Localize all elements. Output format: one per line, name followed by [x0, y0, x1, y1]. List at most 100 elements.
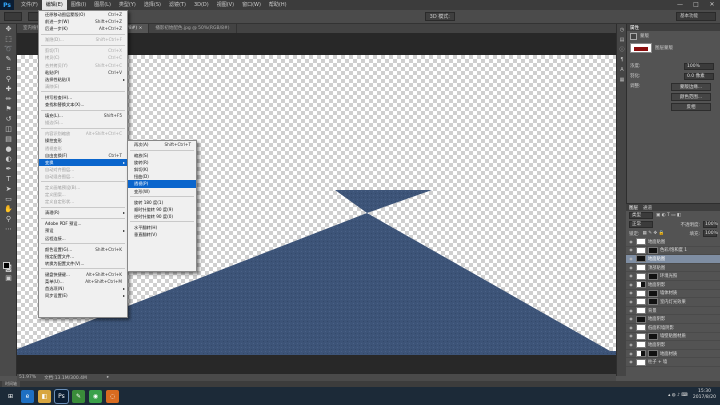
layer-row[interactable]: ◉ 室内灯光效果: [626, 298, 720, 307]
menu-item[interactable]: 逆时针旋转 90 度(0): [128, 213, 196, 220]
brush-tool-icon[interactable]: ✏: [3, 95, 14, 104]
zoom-tool-icon[interactable]: ⚲: [3, 215, 14, 224]
invert-button[interactable]: 反相: [671, 103, 711, 111]
close-icon[interactable]: ✕: [704, 0, 720, 10]
menu-0[interactable]: 文件(F): [17, 0, 42, 10]
eraser-tool-icon[interactable]: ◫: [3, 125, 14, 134]
layer-row[interactable]: ◉ 地面贴图: [626, 255, 720, 264]
menu-item[interactable]: 缩放(S): [128, 152, 196, 159]
menu-item[interactable]: 旋转(R): [128, 159, 196, 166]
visibility-eye-icon[interactable]: ◉: [628, 308, 634, 314]
menu-item[interactable]: 垂直翻转(V): [128, 231, 196, 238]
visibility-eye-icon[interactable]: ◉: [628, 333, 634, 339]
menu-item[interactable]: 水平翻转(H): [128, 224, 196, 231]
photoshop-icon[interactable]: Ps: [54, 388, 69, 404]
tab-layers[interactable]: 图层: [629, 205, 638, 211]
clone-stamp-tool-icon[interactable]: ⚑: [3, 105, 14, 114]
menu-item[interactable]: 指定配置文件...: [39, 253, 127, 260]
layer-row[interactable]: ◉ 背景: [626, 307, 720, 316]
screen-mode-icon[interactable]: ▣: [3, 274, 14, 283]
menu-item[interactable]: 选择性粘贴(I) ▸: [39, 76, 127, 83]
fill-field[interactable]: 100%: [703, 230, 718, 237]
notes-icon[interactable]: ✎: [72, 389, 85, 403]
menu-item[interactable]: 变换 ▸: [39, 158, 127, 166]
visibility-eye-icon[interactable]: ◉: [628, 325, 634, 331]
maximize-icon[interactable]: □: [688, 0, 704, 10]
menu-item[interactable]: 还原移动图层蒙版(O) Ctrl+Z: [39, 11, 127, 18]
menu-8[interactable]: 视图(V): [213, 0, 238, 10]
start-icon[interactable]: ⊞: [4, 389, 17, 403]
visibility-eye-icon[interactable]: ◉: [628, 273, 634, 279]
menu-item[interactable]: 斜切(K): [128, 166, 196, 173]
visibility-eye-icon[interactable]: ◉: [628, 290, 634, 296]
menu-3[interactable]: 图层(L): [90, 0, 115, 10]
feather-field[interactable]: 0.0 像素: [684, 72, 714, 80]
menu-5[interactable]: 选择(S): [140, 0, 165, 10]
menu-item[interactable]: 再次(A) Shift+Ctrl+T: [128, 141, 196, 148]
quick-select-tool-icon[interactable]: ✎: [3, 55, 14, 64]
status-menu-arrow-icon[interactable]: ▸: [107, 375, 109, 380]
filter-icons[interactable]: ▣ ◐ T ▭ ◧: [656, 213, 681, 218]
character-panel-icon[interactable]: A: [618, 66, 626, 74]
menu-item[interactable]: 变形(W): [128, 188, 196, 195]
layer-row[interactable]: ◉ 地面贴图: [626, 238, 720, 247]
density-field[interactable]: 100%: [684, 62, 714, 70]
menu-1[interactable]: 编辑(E): [41, 0, 67, 10]
visibility-eye-icon[interactable]: ◉: [628, 282, 634, 288]
menu-item[interactable]: 键盘快捷键... Alt+Shift+Ctrl+K: [39, 271, 127, 278]
crop-tool-icon[interactable]: ⌗: [3, 65, 14, 74]
menu-item[interactable]: 后退一步(K) Alt+Ctrl+Z: [39, 25, 127, 32]
pen-tool-icon[interactable]: ✒: [3, 165, 14, 174]
path-select-tool-icon[interactable]: ➤: [3, 185, 14, 194]
lasso-tool-icon[interactable]: ➰: [3, 45, 14, 54]
visibility-eye-icon[interactable]: ◉: [628, 316, 634, 322]
app-icon-2[interactable]: ◌: [106, 389, 119, 403]
paragraph-panel-icon[interactable]: ¶: [618, 56, 626, 64]
menu-item[interactable]: 前进一步(W) Shift+Ctrl+Z: [39, 18, 127, 25]
layer-row[interactable]: ◉ 地面材质: [626, 350, 720, 359]
layer-row[interactable]: ◉ 低面积墙阴影: [626, 324, 720, 333]
menu-item[interactable]: 查找和替换文本(X)...: [39, 101, 127, 108]
edit-toolbar-icon[interactable]: ⋯: [3, 225, 14, 234]
visibility-eye-icon[interactable]: ◉: [628, 247, 634, 253]
menu-item[interactable]: 拼写检查(H)...: [39, 94, 127, 101]
layer-row[interactable]: ◉ 顶部贴图: [626, 264, 720, 273]
marquee-tool-icon[interactable]: ⬚: [3, 35, 14, 44]
mask-edge-button[interactable]: 蒙版边缘...: [671, 83, 711, 91]
properties-title[interactable]: 属性: [630, 25, 639, 31]
app-icon[interactable]: ◉: [89, 389, 102, 403]
visibility-eye-icon[interactable]: ◉: [628, 359, 634, 365]
properties-panel-icon[interactable]: ▤: [618, 36, 626, 44]
visibility-eye-icon[interactable]: ◉: [628, 299, 634, 305]
layer-row[interactable]: ◉ 色彩/饱和度 1: [626, 246, 720, 256]
tab-channels[interactable]: 通道: [643, 205, 652, 211]
color-range-button[interactable]: 颜色范围...: [671, 93, 711, 101]
menu-item[interactable]: 预设 ▸: [39, 227, 127, 234]
menu-item[interactable]: 操控变形: [39, 137, 127, 144]
menu-9[interactable]: 窗口(W): [238, 0, 265, 10]
menu-item[interactable]: 转换为配置文件(V)...: [39, 260, 127, 267]
lock-icons[interactable]: ▦ ✎ ✥ 🔒: [643, 231, 665, 236]
menu-item[interactable]: 顺时针旋转 90 度(9): [128, 206, 196, 213]
gradient-tool-icon[interactable]: ▤: [3, 135, 14, 144]
menu-item[interactable]: 旋转 180 度(1): [128, 199, 196, 206]
menu-2[interactable]: 图像(I): [67, 0, 90, 10]
tray-icons[interactable]: ▴ ◍ ♪ ⌨: [668, 393, 688, 398]
visibility-eye-icon[interactable]: ◉: [628, 256, 634, 262]
menu-item[interactable]: 首选项(N) ▸: [39, 285, 127, 292]
healing-brush-tool-icon[interactable]: ✚: [3, 85, 14, 94]
menu-item[interactable]: 填充(L)... Shift+F5: [39, 112, 127, 119]
visibility-eye-icon[interactable]: ◉: [628, 239, 634, 245]
layer-row[interactable]: ◉ 环境光照: [626, 272, 720, 281]
layer-row[interactable]: ◉ 地面阴影: [626, 315, 720, 324]
doc-tab[interactable]: 播影初始配色.jpg @ 50%(RGB/8#): [149, 24, 237, 33]
eyedropper-tool-icon[interactable]: ⚲: [3, 75, 14, 84]
tool-preset-picker[interactable]: [4, 12, 22, 21]
minimize-icon[interactable]: —: [672, 0, 688, 10]
clock[interactable]: 15:30 2017/8/20: [693, 389, 716, 401]
foreground-color-swatch[interactable]: [3, 262, 10, 269]
menu-item[interactable]: 颜色设置(G)... Shift+Ctrl+K: [39, 246, 127, 253]
menu-item[interactable]: 同步设置(E) ▸: [39, 292, 127, 299]
blur-tool-icon[interactable]: ●: [3, 145, 14, 154]
menu-item[interactable]: Adobe PDF 预设...: [39, 220, 127, 227]
